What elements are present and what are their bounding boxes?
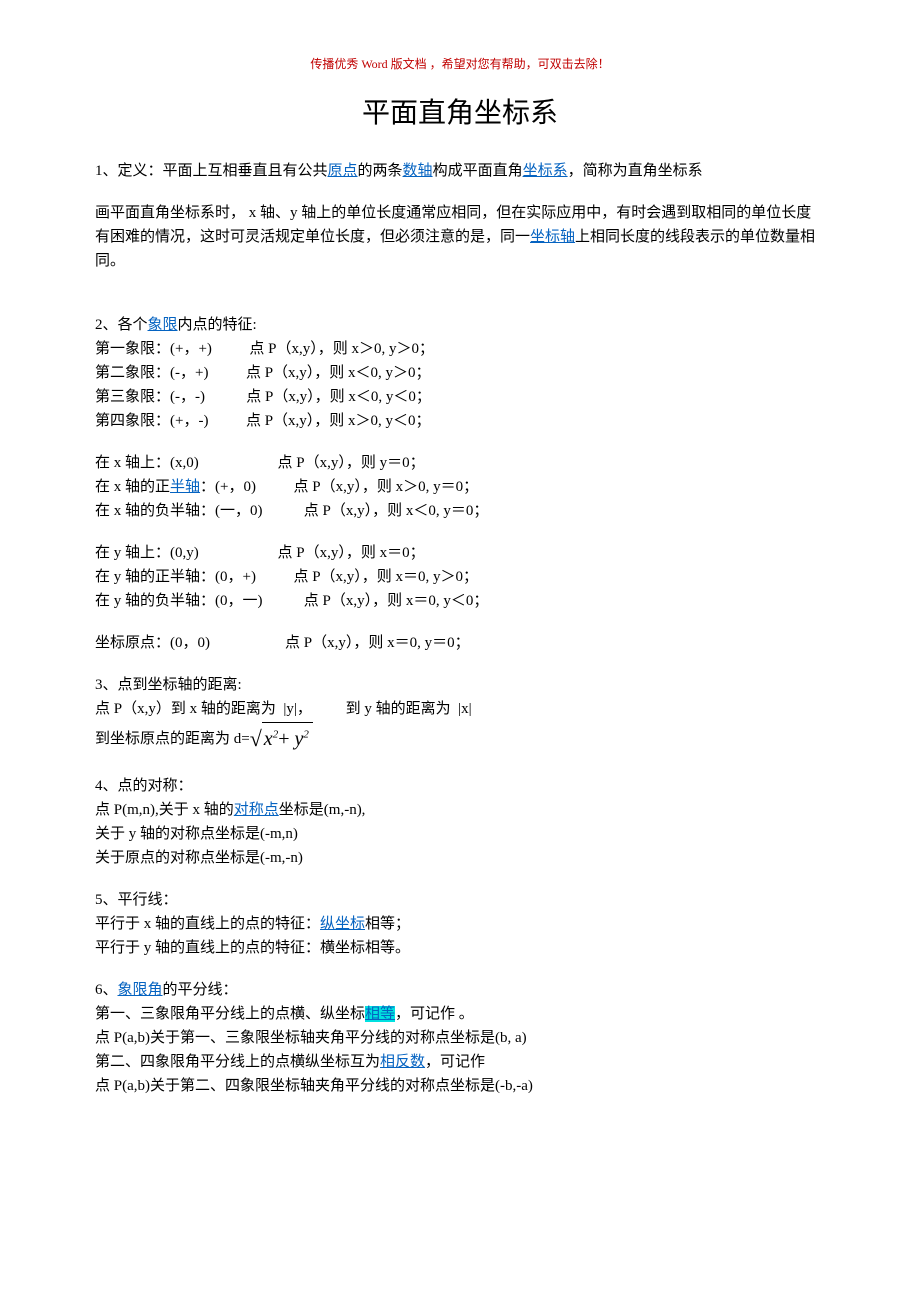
text: 坐标是(m,-n),	[279, 802, 366, 818]
section-3-distance: 3、点到坐标轴的距离: 点 P（x,y）到 x 轴的距离为 |y|， 到 y 轴…	[95, 673, 825, 756]
plus: +	[278, 728, 289, 750]
text: 在 x 轴的正	[95, 479, 170, 495]
sqrt-sign-icon: √	[250, 721, 262, 756]
symmetry-x: 点 P(m,n),关于 x 轴的对称点坐标是(m,-n),	[95, 798, 825, 822]
text: 到坐标原点的距离为 d=	[95, 727, 250, 751]
parallel-x: 平行于 x 轴的直线上的点的特征：纵坐标相等；	[95, 912, 825, 936]
link-coordinate-axis[interactable]: 坐标轴	[530, 229, 575, 245]
section-x-axis: 在 x 轴上：(x,0) 点 P（x,y），则 y＝0； 在 x 轴的正半轴：(…	[95, 451, 825, 523]
y-negative: 在 y 轴的负半轴：(0，一) 点 P（x,y），则 x＝0, y＜0；	[95, 589, 825, 613]
bisector-24: 第二、四象限角平分线上的点横纵坐标互为相反数，可记作	[95, 1050, 825, 1074]
text: 2、各个	[95, 317, 148, 333]
section-6-bisector: 6、象限角的平分线： 第一、三象限角平分线上的点横、纵坐标相等，可记作 。 点 …	[95, 978, 825, 1098]
origin: 坐标原点：(0，0) 点 P（x,y），则 x＝0, y＝0；	[95, 631, 825, 655]
quadrant-1: 第一象限：(+，+) 点 P（x,y），则 x＞0, y＞0；	[95, 337, 825, 361]
text: 内点的特征:	[178, 317, 257, 333]
link-ordinate[interactable]: 纵坐标	[320, 916, 365, 932]
text: 的两条	[358, 163, 403, 179]
link-equal-highlight[interactable]: 相等	[365, 1006, 395, 1022]
origin-line: 坐标原点：(0，0) 点 P（x,y），则 x＝0, y＝0；	[95, 631, 825, 655]
link-half-axis[interactable]: 半轴	[170, 479, 200, 495]
section-head: 5、平行线：	[95, 888, 825, 912]
symmetry-y: 关于 y 轴的对称点坐标是(-m,n)	[95, 822, 825, 846]
text: 第二、四象限角平分线上的点横纵坐标互为	[95, 1054, 380, 1070]
link-quadrant-angle[interactable]: 象限角	[118, 982, 163, 998]
text: 平行于 x 轴的直线上的点的特征：	[95, 916, 320, 932]
x-negative: 在 x 轴的负半轴：(一，0) 点 P（x,y），则 x＜0, y＝0；	[95, 499, 825, 523]
section-2-quadrants: 2、各个象限内点的特征: 第一象限：(+，+) 点 P（x,y），则 x＞0, …	[95, 313, 825, 433]
section-head: 4、点的对称：	[95, 774, 825, 798]
header-note: 传播优秀 Word 版文档 ，希望对您有帮助，可双击去除！	[95, 55, 825, 74]
text: ，简称为直角坐标系	[568, 163, 703, 179]
link-origin[interactable]: 原点	[328, 163, 358, 179]
exp: 2	[303, 728, 309, 740]
x-positive: 在 x 轴的正半轴：(+，0) 点 P（x,y），则 x＞0, y＝0；	[95, 475, 825, 499]
text: 点 P(m,n),关于 x 轴的	[95, 802, 234, 818]
text: 构成平面直角	[433, 163, 523, 179]
page-title: 平面直角坐标系	[95, 92, 825, 137]
section-1-definition: 1、定义：平面上互相垂直且有公共原点的两条数轴构成平面直角坐标系，简称为直角坐标…	[95, 159, 825, 183]
x-on-axis: 在 x 轴上：(x,0) 点 P（x,y），则 y＝0；	[95, 451, 825, 475]
bisector-13: 第一、三象限角平分线上的点横、纵坐标相等，可记作 。	[95, 1002, 825, 1026]
quadrant-2: 第二象限：(-，+) 点 P（x,y），则 x＜0, y＞0；	[95, 361, 825, 385]
text: 相等；	[365, 916, 410, 932]
symmetry-origin: 关于原点的对称点坐标是(-m,-n)	[95, 846, 825, 870]
link-opposite-number[interactable]: 相反数	[380, 1054, 425, 1070]
text: 6、	[95, 982, 118, 998]
section-head: 2、各个象限内点的特征:	[95, 313, 825, 337]
bisector-13-sym: 点 P(a,b)关于第一、三象限坐标轴夹角平分线的对称点坐标是(b, a)	[95, 1026, 825, 1050]
quadrant-3: 第三象限：(-，-) 点 P（x,y），则 x＜0, y＜0；	[95, 385, 825, 409]
link-number-axis[interactable]: 数轴	[403, 163, 433, 179]
y-positive: 在 y 轴的正半轴：(0，+) 点 P（x,y），则 x＝0, y＞0；	[95, 565, 825, 589]
text: 1、定义：平面上互相垂直且有公共	[95, 163, 328, 179]
sqrt-body: x2+ y2	[262, 722, 313, 755]
var-x: x	[264, 728, 273, 750]
section-4-symmetry: 4、点的对称： 点 P(m,n),关于 x 轴的对称点坐标是(m,-n), 关于…	[95, 774, 825, 870]
text: 的平分线：	[163, 982, 238, 998]
parallel-y: 平行于 y 轴的直线上的点的特征：横坐标相等。	[95, 936, 825, 960]
text: ，可记作 。	[395, 1006, 474, 1022]
link-quadrant[interactable]: 象限	[148, 317, 178, 333]
link-coordinate-system[interactable]: 坐标系	[523, 163, 568, 179]
text: 第一、三象限角平分线上的点横、纵坐标	[95, 1006, 365, 1022]
text: ：(+，0) 点 P（x,y），则 x＞0, y＝0；	[200, 479, 478, 495]
text: ，可记作	[425, 1054, 485, 1070]
paragraph-note: 画平面直角坐标系时， x 轴、y 轴上的单位长度通常应相同，但在实际应用中，有时…	[95, 201, 825, 273]
distance-origin: 到坐标原点的距离为 d= √ x2+ y2	[95, 721, 825, 756]
y-on-axis: 在 y 轴上：(0,y) 点 P（x,y），则 x＝0；	[95, 541, 825, 565]
quadrant-4: 第四象限：(+，-) 点 P（x,y），则 x＞0, y＜0；	[95, 409, 825, 433]
link-symmetric-point[interactable]: 对称点	[234, 802, 279, 818]
bisector-24-sym: 点 P(a,b)关于第二、四象限坐标轴夹角平分线的对称点坐标是(-b,-a)	[95, 1074, 825, 1098]
section-head: 3、点到坐标轴的距离:	[95, 673, 825, 697]
distance-axes: 点 P（x,y）到 x 轴的距离为 |y|， 到 y 轴的距离为 |x|	[95, 697, 825, 721]
section-head: 6、象限角的平分线：	[95, 978, 825, 1002]
section-5-parallel: 5、平行线： 平行于 x 轴的直线上的点的特征：纵坐标相等； 平行于 y 轴的直…	[95, 888, 825, 960]
sqrt-formula: √ x2+ y2	[250, 721, 313, 756]
section-y-axis: 在 y 轴上：(0,y) 点 P（x,y），则 x＝0； 在 y 轴的正半轴：(…	[95, 541, 825, 613]
